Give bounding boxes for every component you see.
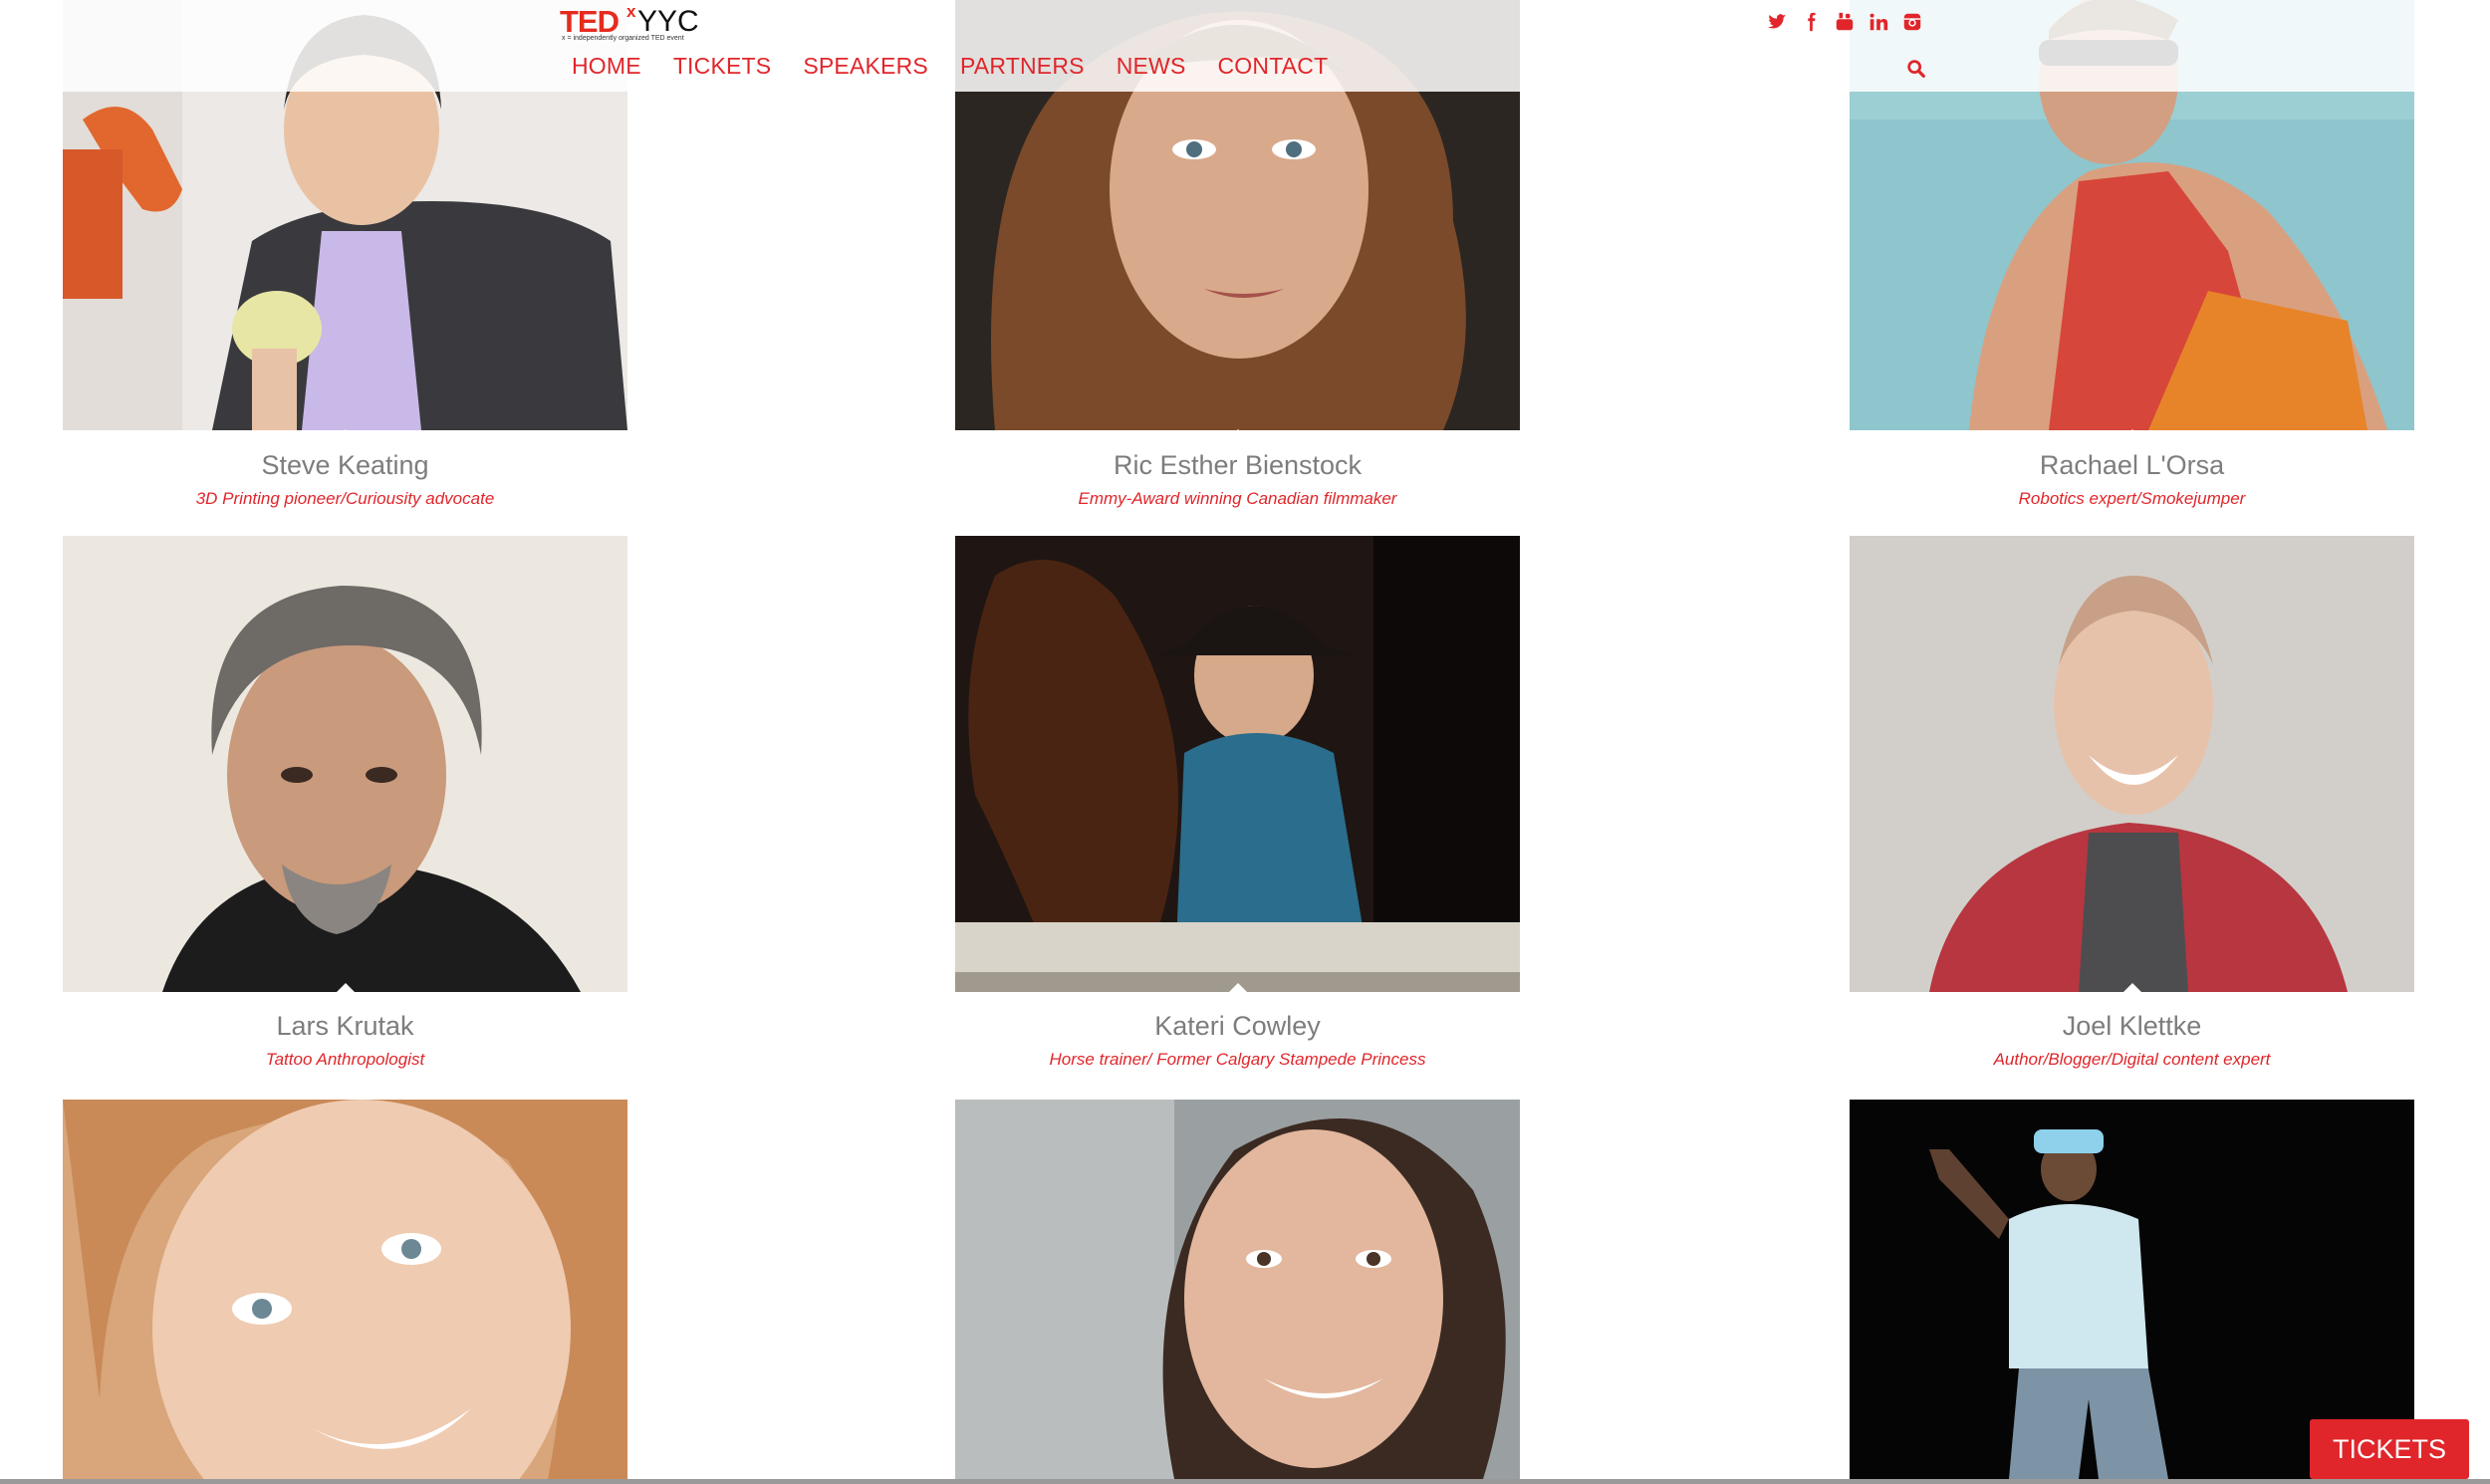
nav-contact[interactable]: CONTACT [1218,53,1329,80]
speaker-photo[interactable] [63,1100,627,1479]
speaker-name: Lars Krutak [276,1011,414,1041]
logo-tagline: x = independently organized TED event [562,35,684,42]
speaker-name: Ric Esther Bienstock [1113,450,1363,480]
speaker-role: Emmy-Award winning Canadian filmmaker [1078,489,1397,508]
photo-notch [335,429,356,438]
speaker-photo[interactable] [63,536,627,992]
social-links [1766,11,1923,33]
facebook-icon[interactable] [1800,11,1822,33]
speaker-role: Author/Blogger/Digital content expert [1993,1050,2271,1069]
floating-tickets-button[interactable]: TICKETS [2310,1419,2469,1479]
nav-tickets[interactable]: TICKETS [673,53,772,80]
photo-notch [335,983,356,992]
nav-news[interactable]: NEWS [1117,53,1186,80]
twitter-icon[interactable] [1766,11,1788,33]
photo-notch [2121,429,2142,438]
bottom-divider [0,1479,2490,1484]
speaker-name: Steve Keating [261,450,429,480]
instagram-icon[interactable] [1901,11,1923,33]
main-nav: HOME TICKETS SPEAKERS PARTNERS NEWS CONT… [572,53,1360,80]
linkedin-icon[interactable] [1868,11,1889,33]
speaker-name: Rachael L'Orsa [2039,450,2225,480]
nav-partners[interactable]: PARTNERS [960,53,1085,80]
photo-notch [1227,983,1248,992]
speaker-photo[interactable] [955,536,1520,992]
speaker-name: Kateri Cowley [1154,1011,1321,1041]
speaker-role: Robotics expert/Smokejumper [2018,489,2246,508]
site-logo[interactable]: TED x YYC x = independently organized TE… [560,2,739,46]
nav-speakers[interactable]: SPEAKERS [803,53,928,80]
photo-notch [2121,983,2142,992]
logo-yyc: YYC [637,5,699,38]
speaker-role: Horse trainer/ Former Calgary Stampede P… [1049,1050,1426,1069]
photo-notch [1227,429,1248,438]
speaker-photo[interactable] [1850,536,2414,992]
youtube-icon[interactable] [1834,11,1856,33]
nav-home[interactable]: HOME [572,53,641,80]
speaker-grid: Steve Keating 3D Printing pioneer/Curiou… [0,0,2490,1484]
logo-x: x [626,2,636,21]
speaker-photo[interactable] [955,1100,1520,1479]
speaker-name: Joel Klettke [2062,1011,2202,1041]
speaker-role: Tattoo Anthropologist [265,1050,425,1069]
search-icon[interactable] [1905,58,1927,80]
speaker-role: 3D Printing pioneer/Curiousity advocate [195,489,495,508]
